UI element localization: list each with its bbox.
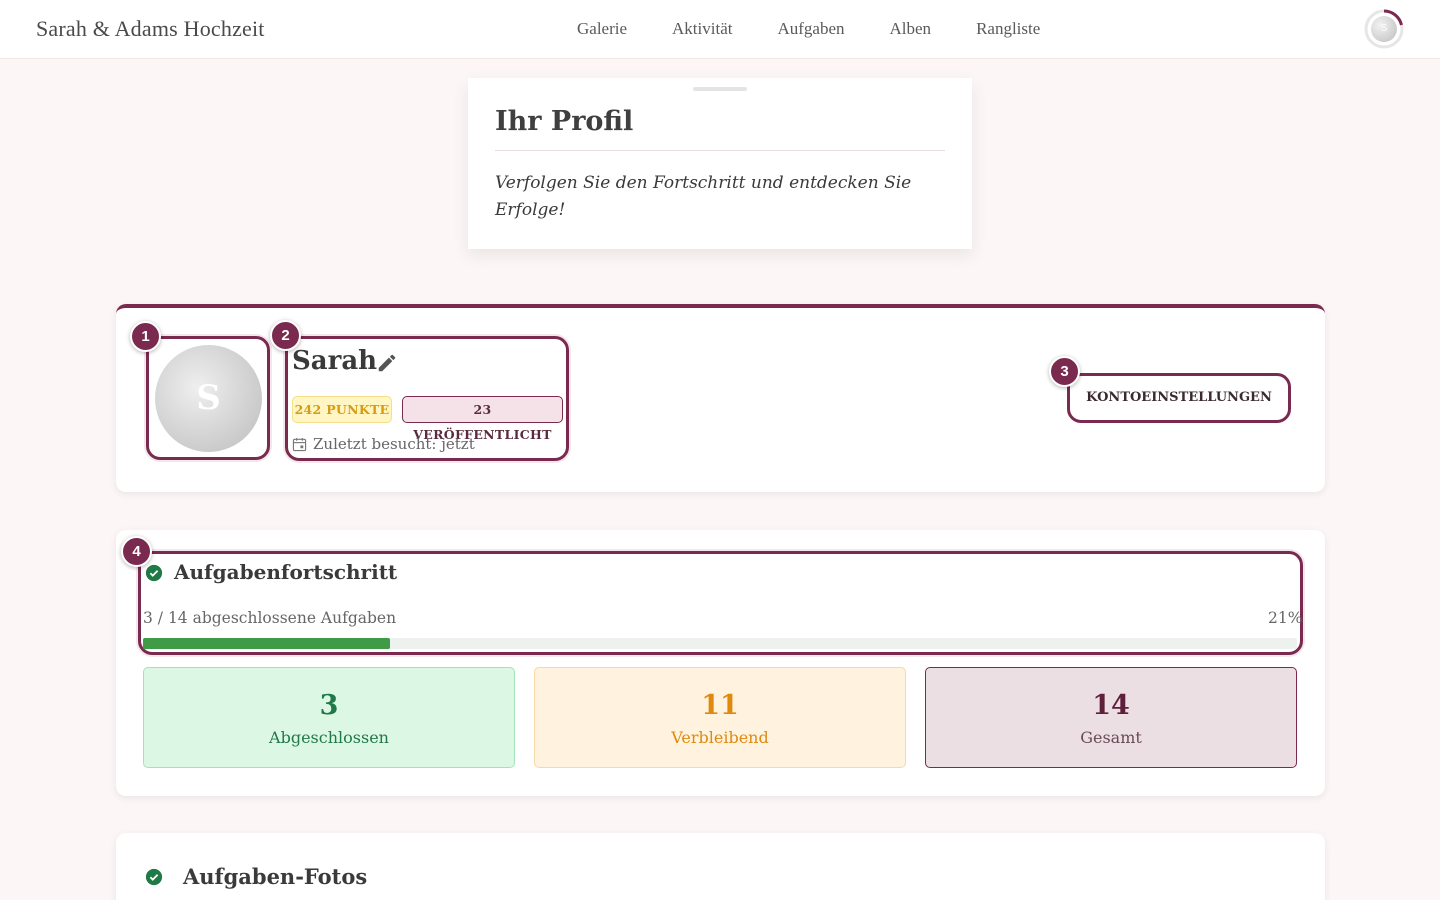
divider	[495, 150, 945, 151]
stat-total-value: 14	[1092, 690, 1130, 721]
step-marker-3: 3	[1049, 356, 1080, 387]
progress-percent: 21%	[1268, 609, 1303, 627]
profile-header-card: Ihr Profil Verfolgen Sie den Fortschritt…	[468, 78, 972, 249]
check-circle-icon	[145, 868, 163, 886]
last-visit: Zuletzt besucht: jetzt	[292, 435, 475, 453]
nav-item-galerie[interactable]: Galerie	[577, 19, 627, 39]
progress-summary: 3 / 14 abgeschlossene Aufgaben	[143, 609, 397, 627]
drag-handle	[693, 87, 747, 91]
stat-completed-value: 3	[319, 690, 339, 721]
nav-item-alben[interactable]: Alben	[890, 19, 932, 39]
account-settings-button[interactable]: KONTOEINSTELLUNGEN	[1067, 373, 1291, 423]
edit-pencil-icon[interactable]	[376, 352, 398, 374]
stat-completed: 3 Abgeschlossen	[143, 667, 515, 768]
profile-name: Sarah	[292, 346, 378, 376]
page-title: Ihr Profil	[495, 106, 634, 137]
step-marker-2: 2	[270, 320, 301, 351]
stat-remaining-label: Verbleibend	[671, 728, 769, 747]
stat-remaining: 11 Verbleibend	[534, 667, 906, 768]
main-nav: Galerie Aktivität Aufgaben Alben Ranglis…	[577, 19, 1085, 39]
progress-bar-fill	[143, 638, 390, 649]
page-subtitle: Verfolgen Sie den Fortschritt und entdec…	[495, 173, 912, 220]
nav-item-aktivitaet[interactable]: Aktivität	[672, 19, 732, 39]
check-circle-icon	[145, 564, 163, 582]
nav-item-rangliste[interactable]: Rangliste	[976, 19, 1040, 39]
published-badge: 23 VERÖFFENTLICHT	[402, 396, 563, 442]
progress-title: Aufgabenfortschritt	[174, 560, 398, 584]
step-marker-1: 1	[130, 321, 161, 352]
stat-remaining-value: 11	[701, 690, 739, 721]
user-avatar-button[interactable]: S	[1363, 8, 1405, 50]
stat-completed-label: Abgeschlossen	[269, 728, 389, 747]
photos-title: Aufgaben-Fotos	[183, 864, 368, 889]
top-bar: Sarah & Adams Hochzeit Galerie Aktivität…	[0, 0, 1440, 59]
stat-total-label: Gesamt	[1080, 728, 1142, 747]
step-marker-4: 4	[121, 536, 152, 567]
profile-avatar[interactable]: S	[155, 345, 262, 452]
points-badge: 242 PUNKTE	[292, 396, 392, 423]
last-visit-text: Zuletzt besucht: jetzt	[313, 435, 475, 453]
calendar-icon	[292, 437, 307, 451]
progress-bar	[143, 638, 1297, 649]
nav-item-aufgaben[interactable]: Aufgaben	[777, 19, 844, 39]
stat-total: 14 Gesamt	[925, 667, 1297, 768]
user-avatar-initial: S	[1371, 16, 1397, 42]
brand-title[interactable]: Sarah & Adams Hochzeit	[36, 16, 265, 42]
